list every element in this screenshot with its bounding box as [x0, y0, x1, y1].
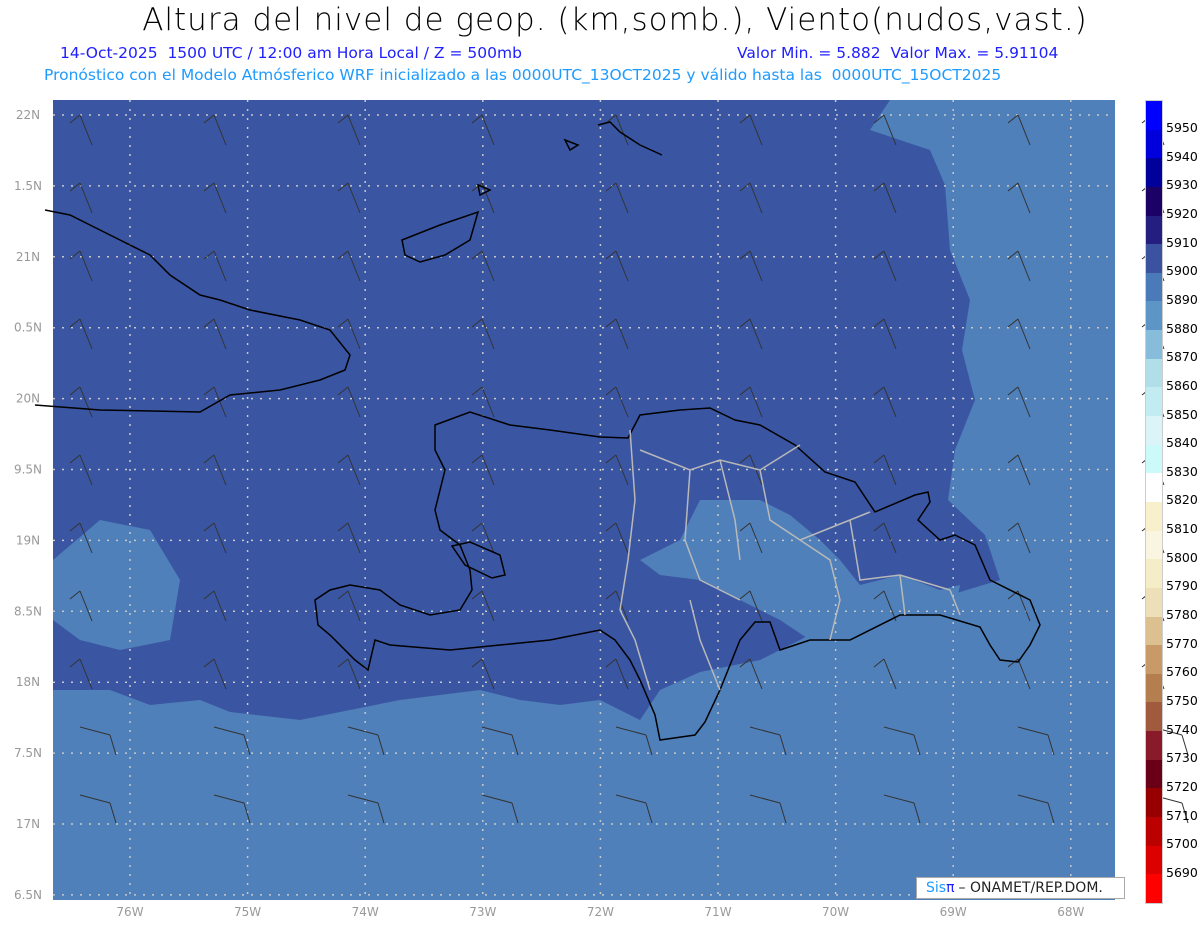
lat-tick-label: 17N [16, 817, 40, 831]
lat-tick-label: 7.5N [14, 746, 42, 760]
colorbar-bin [1146, 101, 1162, 130]
colorbar-bin [1146, 788, 1162, 818]
colorbar-bin [1146, 874, 1162, 903]
lat-tick-label: 20N [16, 392, 40, 406]
colorbar-label: 5900 [1166, 263, 1198, 279]
colorbar-bin [1146, 129, 1162, 159]
colorbar-bin [1146, 616, 1162, 646]
colorbar-label: 5880 [1166, 320, 1198, 336]
lat-tick-label: 6.5N [14, 888, 42, 902]
colorbar-label: 5780 [1166, 607, 1198, 623]
colorbar-label: 5810 [1166, 521, 1198, 537]
colorbar-label: 5790 [1166, 578, 1198, 594]
colorbar-label: 5840 [1166, 435, 1198, 451]
lat-tick-label: 8.5N [14, 604, 42, 618]
colorbar-bin [1146, 759, 1162, 789]
colorbar-label: 5710 [1166, 807, 1198, 823]
colorbar-bin [1146, 473, 1162, 502]
lon-tick-label: 76W [116, 905, 143, 919]
lon-tick-label: 71W [704, 905, 731, 919]
colorbar-label: 5740 [1166, 721, 1198, 737]
logo-sis: Sis [926, 880, 947, 896]
colorbar-bin [1146, 301, 1162, 331]
colorbar-label: 5930 [1166, 177, 1198, 193]
colorbar-bin [1146, 587, 1162, 617]
colorbar-label: 5850 [1166, 406, 1198, 422]
lat-tick-label: 1.5N [14, 179, 42, 193]
geopotential-map: 76W 75W 74W 73W 72W 71W 70W 69W 68W 22N 1.5N 21N 0.5… [14, 100, 1189, 919]
colorbar-label: 5820 [1166, 492, 1198, 508]
colorbar-bin [1146, 330, 1162, 359]
colorbar-label: 5750 [1166, 693, 1198, 708]
lon-tick-label: 69W [940, 905, 967, 919]
colorbar-bin [1146, 358, 1162, 388]
lat-tick-label: 19N [16, 533, 40, 547]
colorbar-bin [1146, 817, 1162, 846]
colorbar-bin [1146, 186, 1162, 216]
lon-tick-label: 72W [587, 905, 614, 919]
lon-tick-label: 70W [822, 905, 849, 919]
colorbar-label: 5870 [1166, 349, 1198, 365]
colorbar-label: 5690 [1166, 864, 1198, 880]
colorbar-label: 5700 [1166, 836, 1198, 852]
colorbar-bin [1146, 416, 1162, 445]
colorbar-bin [1146, 501, 1162, 531]
colorbar-bin [1146, 444, 1162, 474]
lat-tick-label: 9.5N [14, 463, 42, 477]
logo-pi: π [946, 880, 955, 896]
colorbar-label: 5950 [1166, 120, 1198, 135]
colorbar-label: 5920 [1166, 205, 1198, 221]
colorbar-bin [1146, 731, 1162, 760]
colorbar-bin [1146, 845, 1162, 875]
lat-tick-label: 21N [16, 250, 40, 264]
colorbar-label: 5730 [1166, 750, 1198, 766]
colorbar-bin [1146, 559, 1162, 588]
colorbar-bin [1146, 387, 1162, 417]
colorbar-label: 5890 [1166, 291, 1198, 307]
colorbar-label: 5830 [1166, 463, 1198, 479]
logo-org: – ONAMET/REP.DOM. [958, 880, 1103, 896]
colorbar-label: 5910 [1166, 234, 1198, 250]
lon-tick-label: 73W [469, 905, 496, 919]
lat-tick-label: 0.5N [14, 321, 42, 335]
lon-tick-label: 68W [1057, 905, 1084, 919]
onamet-logo: Sisπ – ONAMET/REP.DOM. [916, 877, 1125, 899]
colorbar [1145, 100, 1163, 904]
colorbar-bin [1146, 530, 1162, 560]
colorbar-bin [1146, 215, 1162, 245]
colorbar-label: 5770 [1166, 635, 1198, 651]
colorbar-label: 5860 [1166, 377, 1198, 393]
colorbar-label: 5760 [1166, 664, 1198, 680]
lat-tick-label: 22N [16, 108, 40, 122]
colorbar-label: 5720 [1166, 778, 1198, 794]
lon-tick-label: 75W [234, 905, 261, 919]
colorbar-bin [1146, 645, 1162, 674]
colorbar-bin [1146, 244, 1162, 273]
colorbar-label: 5940 [1166, 148, 1198, 164]
lat-tick-label: 18N [16, 675, 40, 689]
colorbar-bin [1146, 673, 1162, 703]
colorbar-bin [1146, 272, 1162, 302]
lon-tick-label: 74W [352, 905, 379, 919]
colorbar-bin [1146, 702, 1162, 732]
colorbar-bin [1146, 158, 1162, 187]
colorbar-label: 5800 [1166, 549, 1198, 565]
